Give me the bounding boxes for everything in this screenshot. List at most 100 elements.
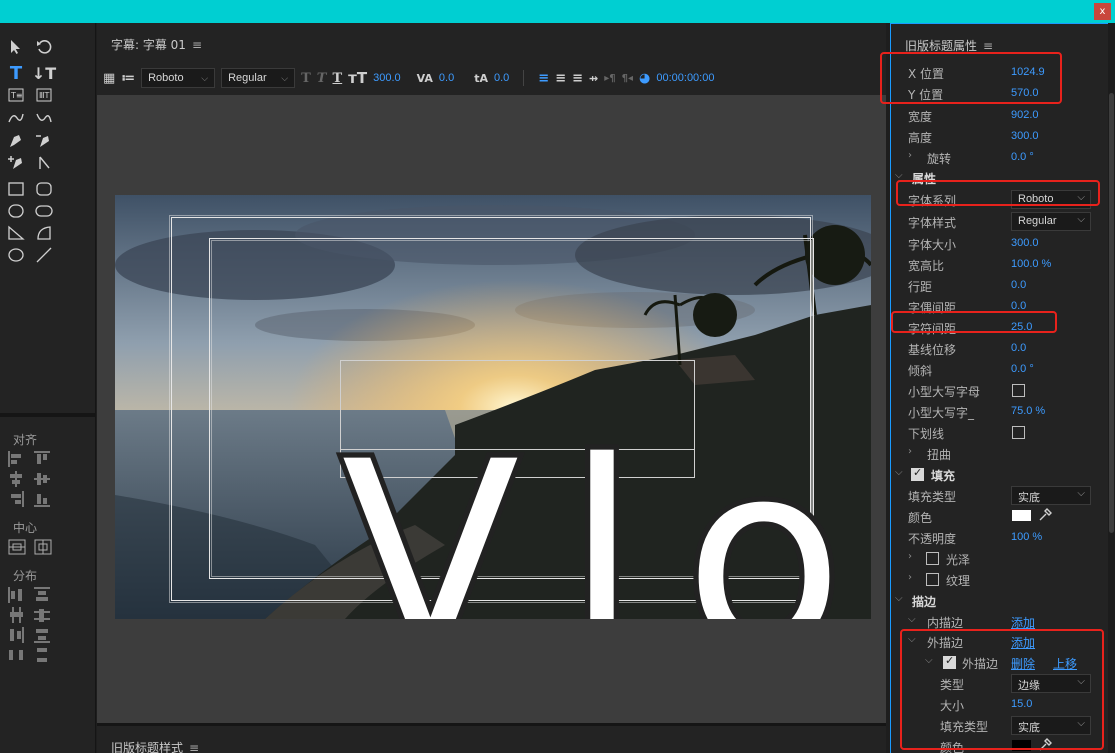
y-position-value[interactable]: 570.0 <box>1011 87 1039 99</box>
properties-scrollbar[interactable] <box>1108 23 1115 753</box>
chevron-right-icon[interactable]: › <box>908 446 912 457</box>
vertical-type-tool-icon[interactable]: ↓T <box>32 63 56 83</box>
chevron-down-icon[interactable]: ⌵ <box>925 655 933 666</box>
toolbar-timecode[interactable]: 00:00:00:00 <box>656 72 714 84</box>
chevron-right-icon[interactable]: › <box>908 551 912 562</box>
toolbar-font-size[interactable]: 300.0 <box>373 72 401 84</box>
tab-stops-icon[interactable]: ≔ <box>121 71 135 86</box>
font-size-value[interactable]: 300.0 <box>1011 237 1039 249</box>
distribute-top-icon[interactable] <box>34 587 52 603</box>
distribute-space-h-icon[interactable] <box>8 647 26 663</box>
leading-value[interactable]: 0.0 <box>1011 279 1026 291</box>
rounded-rectangle-tool-icon[interactable] <box>34 179 54 199</box>
align-text-left-icon[interactable]: ≡ <box>538 71 549 86</box>
height-value[interactable]: 300.0 <box>1011 130 1039 142</box>
close-button[interactable]: x <box>1094 3 1111 20</box>
slant-value[interactable]: 0.0 ° <box>1011 363 1034 375</box>
align-left-icon[interactable] <box>8 451 26 467</box>
tab-stops-ruler-icon[interactable]: ⇸ <box>589 72 598 85</box>
stroke-fill-type-select[interactable]: 实底 ⌵ <box>1011 716 1091 735</box>
aspect-value-group[interactable]: 100.0% <box>1011 258 1051 270</box>
outer-stroke-add-link[interactable]: 添加 <box>1011 634 1035 651</box>
small-caps-checkbox[interactable] <box>1012 384 1025 397</box>
vertical-area-type-tool-icon[interactable]: ⅢT <box>34 85 54 105</box>
texture-row[interactable]: › 纹理 <box>891 569 1109 590</box>
scrollbar-thumb[interactable] <box>1109 93 1114 533</box>
type-tool-icon[interactable]: T <box>6 63 26 84</box>
underline-icon[interactable]: T <box>332 71 342 86</box>
properties-menu-icon[interactable]: ≡ <box>983 39 993 53</box>
distribute-center-v-icon[interactable] <box>34 607 52 623</box>
tracking-value[interactable]: 25.0 <box>1011 321 1032 333</box>
rotate-tool-icon[interactable] <box>34 37 54 57</box>
rounded-corner-rectangle-tool-icon[interactable] <box>34 201 54 221</box>
vlog-title-text[interactable]: Vlog <box>333 343 871 619</box>
line-tool-icon[interactable] <box>34 245 54 265</box>
align-horizontal-center-icon[interactable] <box>8 471 26 487</box>
texture-checkbox[interactable] <box>926 573 939 586</box>
delete-anchor-tool-icon[interactable] <box>34 131 54 151</box>
distribute-bottom-icon[interactable] <box>34 627 52 643</box>
fill-color-swatch[interactable] <box>1012 510 1031 521</box>
eyedropper-icon[interactable] <box>1037 507 1053 523</box>
stroke-section-row[interactable]: ⌵ 描边 <box>891 590 1109 611</box>
attributes-section-row[interactable]: ⌵ 属性 <box>891 167 1109 188</box>
chevron-down-icon[interactable]: ⌵ <box>908 614 916 625</box>
align-top-icon[interactable] <box>34 451 52 467</box>
align-text-right-icon[interactable]: ≡ <box>572 71 583 86</box>
rotation-row[interactable]: › 旋转 0.0 ° <box>891 147 1109 168</box>
fill-checkbox[interactable] <box>911 466 924 481</box>
small-caps-size-value-group[interactable]: 75.0% <box>1011 405 1045 417</box>
width-value[interactable]: 902.0 <box>1011 109 1039 121</box>
clipped-corner-rectangle-tool-icon[interactable] <box>6 201 26 221</box>
font-style-dropdown[interactable]: Regular ⌵ <box>221 68 296 88</box>
toolbar-kerning[interactable]: 0.0 <box>439 72 454 84</box>
show-background-video-icon[interactable]: ◕ <box>639 71 650 86</box>
underline-checkbox[interactable] <box>1012 426 1025 439</box>
sheen-checkbox[interactable] <box>926 552 939 565</box>
chevron-down-icon[interactable]: ⌵ <box>895 170 903 181</box>
chevron-right-icon[interactable]: › <box>908 150 912 161</box>
baseline-value[interactable]: 0.0 <box>1011 342 1026 354</box>
fill-section-row[interactable]: ⌵ 填充 <box>891 464 1109 485</box>
font-family-select[interactable]: Roboto ⌵ <box>1011 190 1091 209</box>
rotation-value[interactable]: 0.0 ° <box>1011 151 1034 163</box>
title-canvas[interactable]: Vlog <box>97 95 886 723</box>
add-anchor-tool-icon[interactable] <box>6 153 26 173</box>
play-forward-icon[interactable]: ¶◂ <box>622 73 633 84</box>
outer-stroke-row[interactable]: ⌵ 外描边 添加 <box>891 631 1109 652</box>
center-vertical-icon[interactable] <box>34 539 52 555</box>
stroke-color-swatch[interactable] <box>1012 740 1031 751</box>
arc-tool-icon[interactable] <box>34 223 54 243</box>
play-back-icon[interactable]: ▸¶ <box>604 73 615 84</box>
rectangle-tool-icon[interactable] <box>6 179 26 199</box>
outer-stroke-item-row[interactable]: ⌵ 外描边 删除 上移 <box>891 652 1109 673</box>
distribute-center-h-icon[interactable] <box>8 607 26 623</box>
stroke-type-select[interactable]: 边缘 ⌵ <box>1011 674 1091 693</box>
chevron-right-icon[interactable]: › <box>908 572 912 583</box>
kerning-value[interactable]: 0.0 <box>1011 300 1026 312</box>
toolbar-baseline[interactable]: 0.0 <box>494 72 509 84</box>
italic-icon[interactable]: T <box>317 71 327 86</box>
selection-tool-icon[interactable] <box>6 37 26 57</box>
align-bottom-icon[interactable] <box>34 491 52 507</box>
path-type-tool-icon[interactable] <box>6 107 26 127</box>
distort-row[interactable]: › 扭曲 <box>891 443 1109 464</box>
move-up-stroke-link[interactable]: 上移 <box>1053 655 1077 672</box>
styles-panel-menu-icon[interactable]: ≡ <box>189 741 199 753</box>
distribute-left-icon[interactable] <box>8 587 26 603</box>
align-text-center-icon[interactable]: ≡ <box>555 71 566 86</box>
wedge-tool-icon[interactable] <box>6 223 26 243</box>
x-position-value[interactable]: 1024.9 <box>1011 66 1045 78</box>
inner-stroke-row[interactable]: ⌵ 内描边 添加 <box>891 611 1109 632</box>
convert-anchor-tool-icon[interactable] <box>34 153 54 173</box>
chevron-down-icon[interactable]: ⌵ <box>908 634 916 645</box>
chevron-down-icon[interactable]: ⌵ <box>895 593 903 604</box>
delete-stroke-link[interactable]: 删除 <box>1011 655 1035 672</box>
outer-stroke-checkbox[interactable] <box>943 654 956 669</box>
align-right-icon[interactable] <box>8 491 26 507</box>
bold-icon[interactable]: T <box>301 71 311 86</box>
ellipse-tool-icon[interactable] <box>6 245 26 265</box>
align-vertical-center-icon[interactable] <box>34 471 52 487</box>
inner-stroke-add-link[interactable]: 添加 <box>1011 614 1035 631</box>
